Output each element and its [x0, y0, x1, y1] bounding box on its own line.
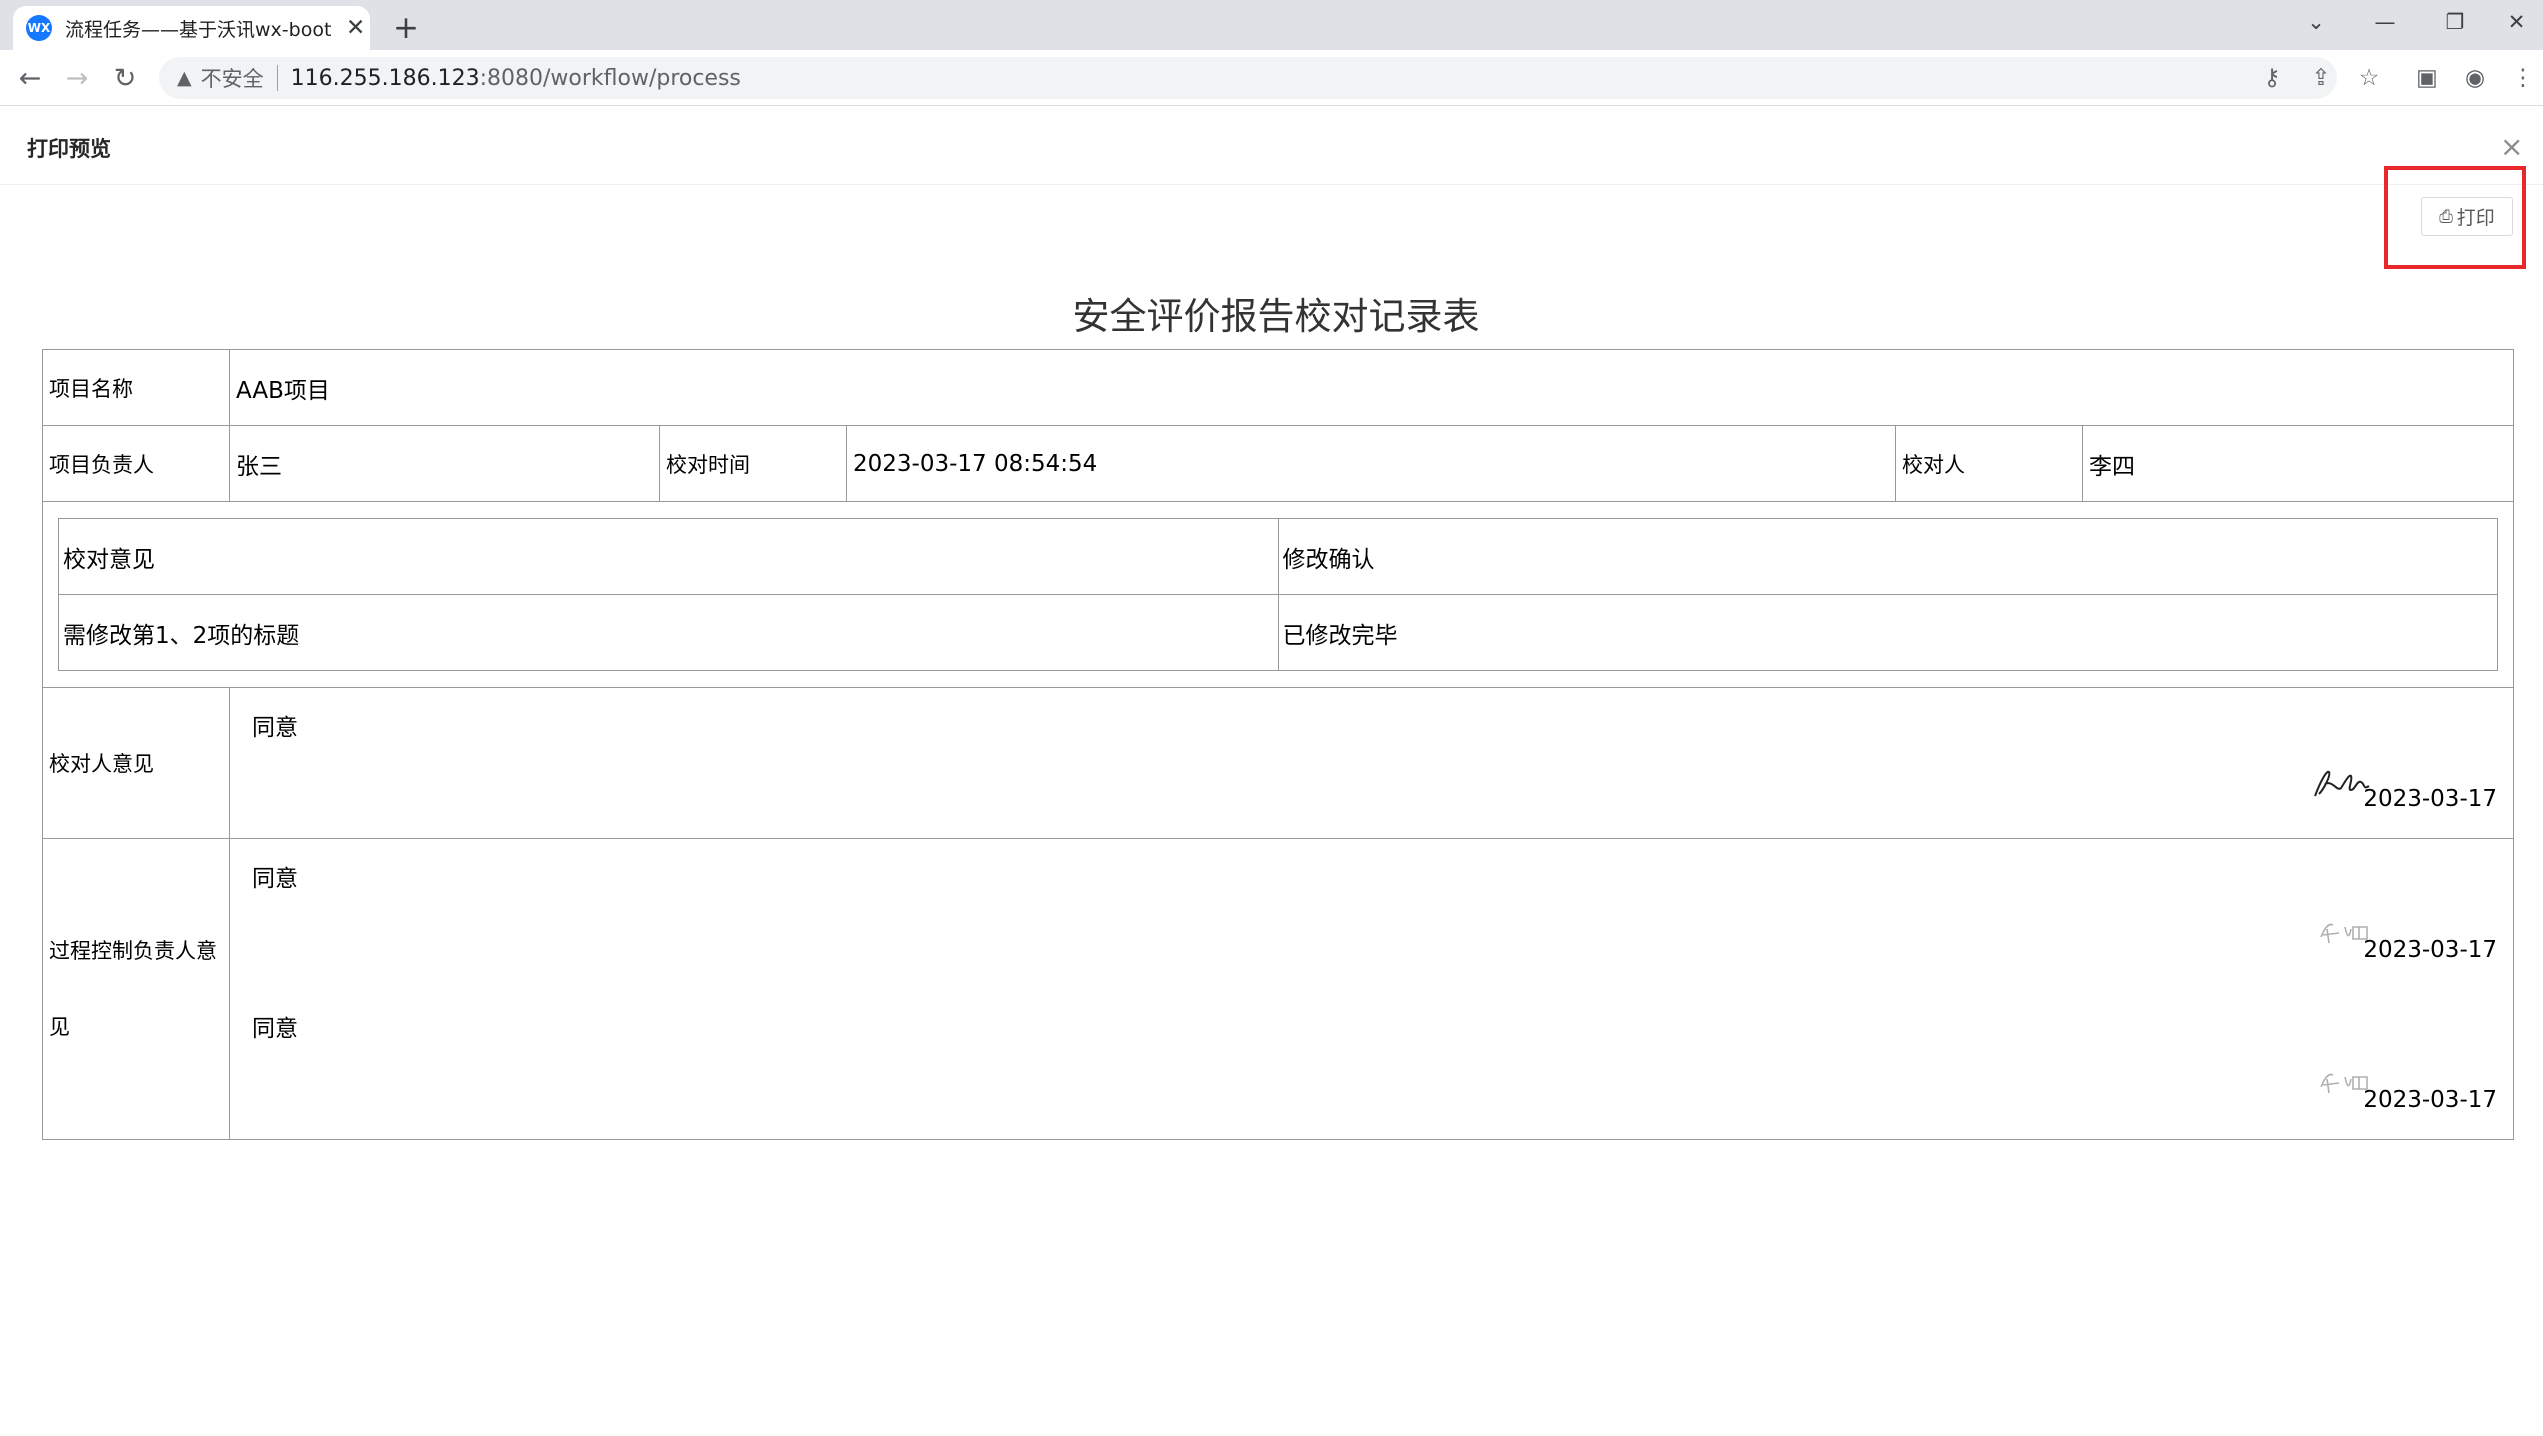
- minimize-icon[interactable]: —: [2350, 0, 2420, 44]
- url-path: :8080/workflow/process: [479, 65, 741, 91]
- project-name-label: 项目名称: [42, 349, 230, 426]
- report-table: 项目名称 AAB项目 项目负责人 张三 校对时间 2023-03-17 08:5…: [41, 349, 2515, 1140]
- process-opinion-date: 2023-03-17: [2363, 937, 2498, 963]
- process-opinion-date: 2023-03-17: [2363, 1087, 2498, 1113]
- back-icon[interactable]: ←: [10, 58, 50, 98]
- forward-icon[interactable]: →: [57, 58, 97, 98]
- tab-close-icon[interactable]: ✕: [346, 16, 365, 40]
- close-window-icon[interactable]: ✕: [2490, 0, 2543, 44]
- leader-value: 张三: [229, 425, 660, 502]
- browser-tab[interactable]: WX 流程任务——基于沃讯wx-boot ✕: [13, 6, 370, 50]
- comment-opinion: 需修改第1、2项的标题: [58, 594, 1279, 671]
- process-opinion-text: 同意: [252, 866, 298, 892]
- bookmark-star-icon[interactable]: ☆: [2349, 58, 2389, 98]
- checker-opinion-cell: 同意 2023-03-17: [228, 687, 2515, 839]
- address-bar[interactable]: ▲ 不安全 116.255.186.123 :8080/workflow/pro…: [159, 57, 2337, 99]
- leader-label: 项目负责人: [42, 425, 230, 502]
- checker-value: 李四: [2081, 425, 2515, 502]
- dialog-header: 打印预览 ×: [0, 106, 2543, 185]
- process-opinion-cell: 同意 2023-03-17 同意 2023-03-17: [228, 838, 2515, 1140]
- profile-avatar-icon[interactable]: ◉: [2455, 58, 2495, 98]
- browser-toolbar: ← → ↻ ▲ 不安全 116.255.186.123 :8080/workfl…: [0, 50, 2543, 106]
- project-name-value: AAB项目: [228, 349, 2515, 426]
- insecure-label[interactable]: 不安全: [201, 63, 264, 93]
- tab-search-icon[interactable]: ⌄: [2281, 0, 2351, 44]
- process-opinion-2: 同意 2023-03-17: [230, 989, 2513, 1139]
- comments-header-opinion: 校对意见: [58, 518, 1279, 595]
- annotation-highlight-box: [2384, 166, 2526, 269]
- site-favicon-icon: WX: [26, 15, 52, 41]
- omnibox-separator: [276, 65, 278, 91]
- menu-kebab-icon[interactable]: ⋮: [2503, 58, 2543, 98]
- new-tab-button[interactable]: +: [388, 10, 424, 46]
- checker-opinion-date: 2023-03-17: [2363, 786, 2498, 812]
- restore-icon[interactable]: ❐: [2420, 0, 2490, 44]
- tab-title: 流程任务——基于沃讯wx-boot: [65, 18, 332, 41]
- dialog-close-icon[interactable]: ×: [2500, 130, 2523, 163]
- process-opinion-label: 过程控制负责人意见: [42, 838, 230, 1140]
- checker-label: 校对人: [1895, 425, 2083, 502]
- comment-confirm: 已修改完毕: [1277, 594, 2499, 671]
- dialog-title: 打印预览: [27, 137, 111, 161]
- process-opinion-1: 同意 2023-03-17: [230, 839, 2513, 989]
- comments-table: 校对意见 修改确认 需修改第1、2项的标题 已修改完毕: [58, 518, 2499, 671]
- check-time-label: 校对时间: [659, 425, 847, 502]
- checker-opinion-text: 同意: [252, 715, 298, 741]
- password-key-icon[interactable]: ⚷: [2252, 58, 2292, 98]
- share-icon[interactable]: ⇪: [2301, 58, 2341, 98]
- process-opinion-text: 同意: [252, 1016, 298, 1042]
- reload-icon[interactable]: ↻: [105, 58, 145, 98]
- comments-container: 校对意见 修改确认 需修改第1、2项的标题 已修改完毕: [41, 501, 2515, 688]
- side-panel-icon[interactable]: ▣: [2407, 58, 2447, 98]
- comments-header-confirm: 修改确认: [1277, 518, 2499, 595]
- checker-opinion-label: 校对人意见: [42, 687, 230, 839]
- warning-icon[interactable]: ▲: [177, 67, 192, 89]
- report-title: 安全评价报告校对记录表: [1072, 295, 1480, 338]
- url-host: 116.255.186.123: [290, 65, 480, 91]
- check-time-value: 2023-03-17 08:54:54: [846, 425, 1896, 502]
- tab-strip: WX 流程任务——基于沃讯wx-boot ✕ + ⌄ — ❐ ✕: [0, 0, 2543, 50]
